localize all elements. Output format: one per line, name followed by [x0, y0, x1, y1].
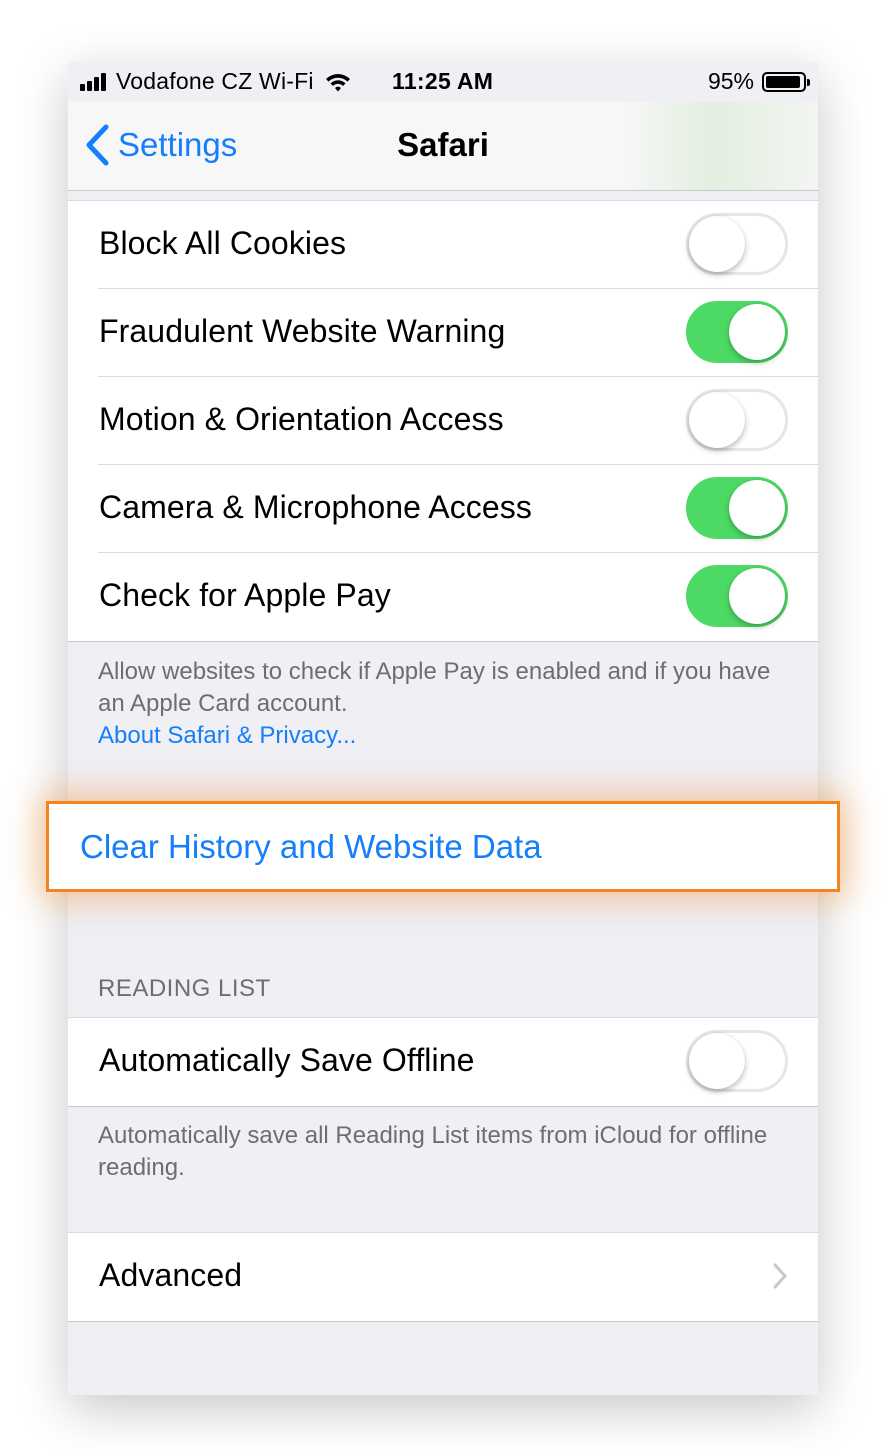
block-cookies-toggle[interactable]	[686, 213, 788, 275]
settings-row-camera-access: Camera & Microphone Access	[68, 465, 818, 553]
row-label: Automatically Save Offline	[99, 1042, 475, 1078]
camera-access-toggle[interactable]	[686, 477, 788, 539]
chevron-right-icon	[773, 1263, 787, 1289]
row-label: Camera & Microphone Access	[99, 489, 533, 525]
row-label: Block All Cookies	[99, 225, 347, 261]
row-label: Advanced	[99, 1257, 243, 1293]
navigation-bar: Settings Safari	[68, 102, 818, 191]
status-bar: Vodafone CZ Wi-Fi 11:25 AM 95%	[68, 62, 818, 102]
fraud-warning-toggle[interactable]	[686, 301, 788, 363]
about-privacy-link[interactable]: About Safari & Privacy...	[98, 722, 356, 749]
reading-list-header: READING LIST	[98, 975, 271, 1002]
motion-access-toggle[interactable]	[686, 389, 788, 451]
battery-icon	[762, 71, 810, 92]
cellular-signal-icon	[80, 72, 108, 91]
reading-list-group: Automatically Save Offline	[68, 1017, 818, 1107]
page-title: Safari	[397, 126, 489, 163]
save-offline-toggle[interactable]	[686, 1030, 788, 1092]
advanced-group: Advanced	[68, 1232, 818, 1322]
status-time: 11:25 AM	[392, 68, 494, 94]
reading-list-footer: Automatically save all Reading List item…	[98, 1122, 768, 1181]
privacy-footer-text: Allow websites to check if Apple Pay is …	[98, 658, 771, 717]
settings-row-block-cookies: Block All Cookies	[68, 201, 818, 289]
clear-history-button[interactable]: Clear History and Website Data	[80, 828, 542, 866]
settings-row-save-offline: Automatically Save Offline	[68, 1018, 818, 1106]
wifi-icon	[325, 73, 350, 91]
row-label: Check for Apple Pay	[99, 577, 391, 613]
phone-screen: Vodafone CZ Wi-Fi 11:25 AM 95% Settings …	[68, 62, 818, 1395]
settings-row-apple-pay: Check for Apple Pay	[68, 553, 818, 641]
clear-history-highlight: Clear History and Website Data	[46, 801, 840, 892]
battery-percent: 95%	[707, 68, 754, 94]
settings-row-motion-access: Motion & Orientation Access	[68, 377, 818, 465]
settings-row-fraud-warning: Fraudulent Website Warning	[68, 289, 818, 377]
apple-pay-toggle[interactable]	[686, 565, 788, 627]
status-left: Vodafone CZ Wi-Fi	[80, 68, 352, 95]
status-right: 95%	[707, 68, 810, 95]
row-label: Motion & Orientation Access	[99, 401, 504, 437]
row-label: Fraudulent Website Warning	[99, 313, 506, 349]
carrier-name: Vodafone CZ Wi-Fi	[116, 68, 314, 94]
privacy-footer: Allow websites to check if Apple Pay is …	[98, 656, 788, 752]
privacy-settings-group: Block All Cookies Fraudulent Website War…	[68, 200, 818, 642]
advanced-row[interactable]: Advanced	[68, 1233, 818, 1321]
